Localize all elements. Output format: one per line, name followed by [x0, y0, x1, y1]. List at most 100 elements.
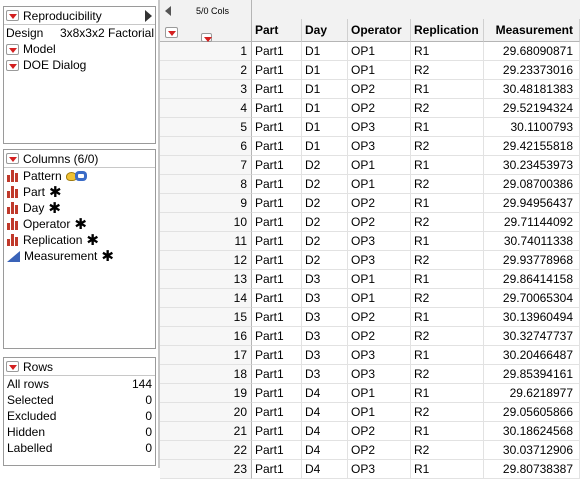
cell-measurement[interactable]: 29.05605866: [484, 403, 580, 422]
cell-operator[interactable]: OP2: [348, 308, 411, 327]
cell-part[interactable]: Part1: [252, 118, 302, 137]
table-red-triangle-menu[interactable]: [6, 10, 19, 21]
cell-operator[interactable]: OP3: [348, 251, 411, 270]
cell-measurement[interactable]: 29.71144092: [484, 213, 580, 232]
cell-part[interactable]: Part1: [252, 327, 302, 346]
cell-part[interactable]: Part1: [252, 213, 302, 232]
cell-day[interactable]: D4: [302, 403, 348, 422]
rows-stat-excluded[interactable]: Excluded 0: [4, 408, 155, 424]
script-red-triangle-menu[interactable]: [6, 43, 19, 55]
cell-part[interactable]: Part1: [252, 365, 302, 384]
cell-operator[interactable]: OP3: [348, 460, 411, 479]
column-header-replication[interactable]: Replication: [411, 19, 484, 42]
cell-measurement[interactable]: 29.85394161: [484, 365, 580, 384]
cell-measurement[interactable]: 30.13960494: [484, 308, 580, 327]
cell-measurement[interactable]: 29.42155818: [484, 137, 580, 156]
cell-operator[interactable]: OP2: [348, 194, 411, 213]
cell-replication[interactable]: R2: [411, 213, 484, 232]
cell-part[interactable]: Part1: [252, 42, 302, 61]
row-number[interactable]: 12: [160, 251, 252, 270]
row-number[interactable]: 11: [160, 232, 252, 251]
cell-operator[interactable]: OP3: [348, 118, 411, 137]
cell-operator[interactable]: OP2: [348, 441, 411, 460]
cell-measurement[interactable]: 29.08700386: [484, 175, 580, 194]
cell-part[interactable]: Part1: [252, 80, 302, 99]
table-panel-header[interactable]: Reproducibility: [4, 7, 155, 25]
cell-measurement[interactable]: 29.94956437: [484, 194, 580, 213]
script-item-model[interactable]: Model: [4, 41, 155, 57]
cell-day[interactable]: D1: [302, 61, 348, 80]
cell-day[interactable]: D1: [302, 118, 348, 137]
rows-header-red-triangle-menu[interactable]: [165, 27, 178, 38]
cell-part[interactable]: Part1: [252, 384, 302, 403]
cell-replication[interactable]: R1: [411, 346, 484, 365]
cell-measurement[interactable]: 29.52194324: [484, 99, 580, 118]
cell-day[interactable]: D3: [302, 289, 348, 308]
row-number[interactable]: 17: [160, 346, 252, 365]
columns-red-triangle-menu[interactable]: [6, 153, 19, 164]
cell-replication[interactable]: R1: [411, 422, 484, 441]
column-header-operator[interactable]: Operator: [348, 19, 411, 42]
row-number[interactable]: 18: [160, 365, 252, 384]
cell-measurement[interactable]: 29.86414158: [484, 270, 580, 289]
cell-day[interactable]: D1: [302, 99, 348, 118]
column-header-measurement[interactable]: Measurement: [484, 19, 580, 42]
rows-panel-header[interactable]: Rows: [4, 358, 155, 376]
row-number[interactable]: 21: [160, 422, 252, 441]
cell-replication[interactable]: R1: [411, 270, 484, 289]
cell-measurement[interactable]: 30.18624568: [484, 422, 580, 441]
cell-part[interactable]: Part1: [252, 175, 302, 194]
cell-operator[interactable]: OP1: [348, 270, 411, 289]
cell-day[interactable]: D3: [302, 270, 348, 289]
cell-part[interactable]: Part1: [252, 137, 302, 156]
cell-day[interactable]: D3: [302, 365, 348, 384]
row-number[interactable]: 1: [160, 42, 252, 61]
row-number[interactable]: 10: [160, 213, 252, 232]
cell-replication[interactable]: R1: [411, 384, 484, 403]
cell-measurement[interactable]: 30.1100793: [484, 118, 580, 137]
cell-replication[interactable]: R1: [411, 42, 484, 61]
rows-stat-hidden[interactable]: Hidden 0: [4, 424, 155, 440]
cell-replication[interactable]: R2: [411, 289, 484, 308]
cell-day[interactable]: D2: [302, 232, 348, 251]
cell-day[interactable]: D3: [302, 327, 348, 346]
cell-part[interactable]: Part1: [252, 403, 302, 422]
column-item-day[interactable]: Day ✱: [4, 200, 155, 216]
cell-replication[interactable]: R1: [411, 460, 484, 479]
row-number[interactable]: 7: [160, 156, 252, 175]
row-number[interactable]: 14: [160, 289, 252, 308]
cell-day[interactable]: D1: [302, 80, 348, 99]
cell-day[interactable]: D3: [302, 346, 348, 365]
column-header-day[interactable]: Day: [302, 19, 348, 42]
cell-part[interactable]: Part1: [252, 460, 302, 479]
row-number[interactable]: 13: [160, 270, 252, 289]
cell-replication[interactable]: R1: [411, 156, 484, 175]
cell-replication[interactable]: R2: [411, 175, 484, 194]
cell-part[interactable]: Part1: [252, 270, 302, 289]
cell-measurement[interactable]: 29.80738387: [484, 460, 580, 479]
cell-measurement[interactable]: 30.32747737: [484, 327, 580, 346]
cell-day[interactable]: D4: [302, 422, 348, 441]
row-number[interactable]: 2: [160, 61, 252, 80]
cell-operator[interactable]: OP1: [348, 289, 411, 308]
cell-day[interactable]: D2: [302, 194, 348, 213]
column-item-replication[interactable]: Replication ✱: [4, 232, 155, 248]
cell-operator[interactable]: OP3: [348, 232, 411, 251]
row-number[interactable]: 20: [160, 403, 252, 422]
cell-operator[interactable]: OP2: [348, 422, 411, 441]
disclosure-arrow-icon[interactable]: [145, 10, 152, 22]
rows-stat-selected[interactable]: Selected 0: [4, 392, 155, 408]
row-number[interactable]: 16: [160, 327, 252, 346]
cell-part[interactable]: Part1: [252, 422, 302, 441]
row-number[interactable]: 19: [160, 384, 252, 403]
cell-operator[interactable]: OP3: [348, 365, 411, 384]
cell-part[interactable]: Part1: [252, 156, 302, 175]
cell-day[interactable]: D2: [302, 251, 348, 270]
cell-part[interactable]: Part1: [252, 441, 302, 460]
cell-day[interactable]: D2: [302, 156, 348, 175]
cell-replication[interactable]: R2: [411, 365, 484, 384]
cell-measurement[interactable]: 29.70065304: [484, 289, 580, 308]
cell-replication[interactable]: R1: [411, 232, 484, 251]
column-item-pattern[interactable]: Pattern: [4, 168, 155, 184]
column-header-part[interactable]: Part: [252, 19, 302, 42]
